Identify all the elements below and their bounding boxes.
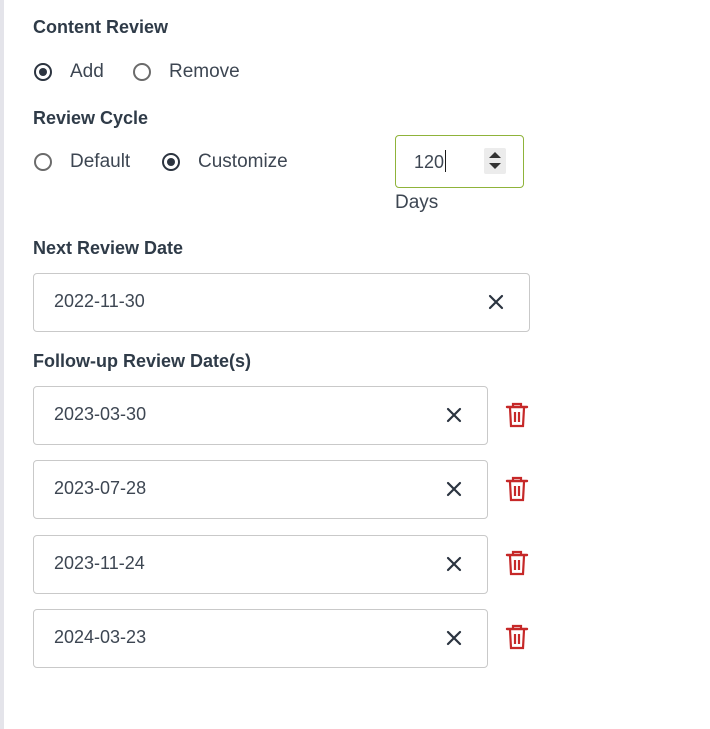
followup-date-value-3[interactable]: 2023-11-24	[54, 553, 145, 574]
next-review-date-field[interactable]: 2022-11-30	[33, 273, 530, 332]
days-spinner[interactable]	[484, 148, 506, 174]
close-icon[interactable]	[445, 406, 463, 424]
left-border	[0, 0, 4, 729]
text-cursor	[445, 150, 447, 172]
close-icon[interactable]	[445, 629, 463, 647]
radio-default[interactable]: Default	[34, 149, 130, 175]
followup-date-field-1[interactable]: 2023-03-30	[33, 386, 488, 445]
radio-add-label: Add	[70, 61, 104, 82]
radio-remove-label: Remove	[169, 61, 240, 82]
next-review-date-value[interactable]: 2022-11-30	[54, 291, 145, 312]
radio-remove-indicator[interactable]	[133, 63, 151, 81]
days-unit-label: Days	[395, 192, 439, 213]
radio-customize-label: Customize	[198, 151, 288, 172]
days-input-value[interactable]: 120	[414, 150, 447, 173]
followup-review-dates-label: Follow-up Review Date(s)	[33, 351, 252, 371]
followup-date-value-1[interactable]: 2023-03-30	[54, 404, 146, 425]
trash-icon[interactable]	[505, 476, 529, 502]
content-review-label: Content Review	[33, 17, 169, 37]
radio-customize-indicator[interactable]	[162, 153, 180, 171]
followup-date-value-2[interactable]: 2023-07-28	[54, 478, 146, 499]
radio-add[interactable]: Add	[34, 59, 104, 85]
radio-remove[interactable]: Remove	[133, 59, 240, 85]
followup-date-field-4[interactable]: 2024-03-23	[33, 609, 488, 668]
review-cycle-days-input[interactable]: 120	[395, 135, 524, 188]
radio-add-indicator[interactable]	[34, 63, 52, 81]
close-icon[interactable]	[487, 293, 505, 311]
followup-date-field-2[interactable]: 2023-07-28	[33, 460, 488, 519]
close-icon[interactable]	[445, 555, 463, 573]
trash-icon[interactable]	[505, 550, 529, 576]
radio-default-indicator[interactable]	[34, 153, 52, 171]
radio-default-label: Default	[70, 151, 131, 172]
close-icon[interactable]	[445, 480, 463, 498]
chevron-up-icon[interactable]	[489, 152, 501, 158]
followup-date-value-4[interactable]: 2024-03-23	[54, 627, 146, 648]
trash-icon[interactable]	[505, 624, 529, 650]
chevron-down-icon[interactable]	[489, 163, 501, 169]
radio-customize[interactable]: Customize	[162, 149, 288, 175]
followup-date-field-3[interactable]: 2023-11-24	[33, 535, 488, 594]
review-cycle-label: Review Cycle	[33, 108, 149, 128]
next-review-date-label: Next Review Date	[33, 238, 184, 258]
trash-icon[interactable]	[505, 402, 529, 428]
